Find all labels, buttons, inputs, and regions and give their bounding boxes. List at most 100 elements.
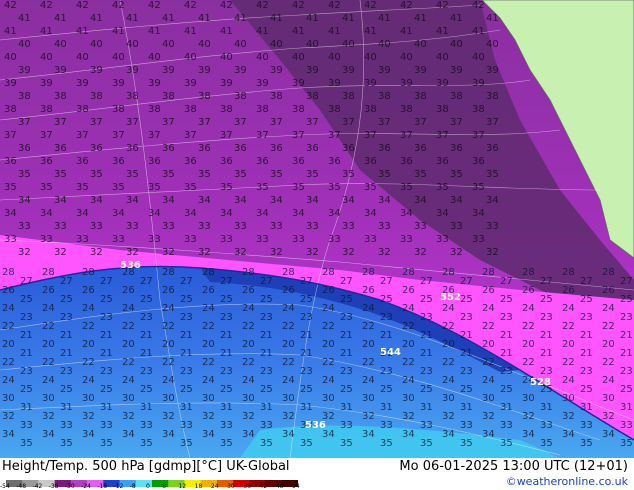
- contour-label: 36: [18, 143, 31, 154]
- contour-label: 34: [482, 429, 495, 440]
- contour-label: 24: [122, 303, 135, 314]
- contour-label: 35: [4, 182, 17, 193]
- contour-label: 42: [436, 0, 449, 11]
- contour-label: 25: [260, 384, 273, 395]
- contour-label: 22: [402, 321, 415, 332]
- contour-label: 38: [256, 104, 269, 115]
- contour-label: 39: [256, 78, 269, 89]
- contour-label: 34: [472, 208, 485, 219]
- contour-label: 24: [42, 303, 55, 314]
- contour-label: 28: [162, 267, 175, 278]
- contour-label: 20: [322, 339, 335, 350]
- contour-label: 27: [540, 276, 553, 287]
- contour-label: 35: [76, 182, 89, 193]
- contour-label: 41: [472, 26, 485, 37]
- contour-label: 34: [292, 208, 305, 219]
- contour-label: 23: [460, 312, 473, 323]
- contour-label: 25: [100, 384, 113, 395]
- contour-label: 35: [60, 438, 73, 449]
- contour-label: 33: [126, 221, 139, 232]
- contour-label: 26: [202, 285, 215, 296]
- contour-label: 37: [54, 117, 67, 128]
- contour-label: 41: [198, 13, 211, 24]
- contour-label: 21: [100, 330, 113, 341]
- contour-label: 34: [402, 429, 415, 440]
- contour-label: 27: [20, 276, 33, 287]
- contour-label: 37: [486, 117, 499, 128]
- contour-label: 41: [18, 13, 31, 24]
- contour-label: 25: [380, 384, 393, 395]
- contour-label: 33: [90, 221, 103, 232]
- contour-label: 36: [450, 143, 463, 154]
- contour-label: 42: [76, 0, 89, 11]
- contour-label: 39: [162, 65, 175, 76]
- contour-label: 21: [540, 348, 553, 359]
- contour-label: 20: [82, 339, 95, 350]
- contour-label: 39: [90, 65, 103, 76]
- contour-label: 38: [328, 104, 341, 115]
- contour-label: 34: [40, 208, 53, 219]
- contour-label: 33: [450, 221, 463, 232]
- contour-label: 21: [20, 330, 33, 341]
- contour-label: 34: [202, 429, 215, 440]
- contour-label: 38: [486, 91, 499, 102]
- contour-label: 26: [322, 285, 335, 296]
- contour-label: 39: [400, 78, 413, 89]
- contour-label: 36: [234, 143, 247, 154]
- contour-label: 41: [270, 13, 283, 24]
- contour-label: 41: [76, 26, 89, 37]
- contour-label: 37: [148, 130, 161, 141]
- contour-label: 20: [42, 339, 55, 350]
- contour-label: 37: [76, 130, 89, 141]
- contour-label: 38: [18, 91, 31, 102]
- contour-label: 41: [436, 26, 449, 37]
- contour-label: 36: [472, 156, 485, 167]
- height-label: 544: [380, 347, 401, 358]
- contour-label: 21: [140, 330, 153, 341]
- contour-label: 33: [460, 420, 473, 431]
- contour-label: 37: [472, 130, 485, 141]
- contour-label: 33: [184, 234, 197, 245]
- contour-label: 25: [180, 384, 193, 395]
- contour-label: 38: [126, 91, 139, 102]
- contour-label: 25: [420, 294, 433, 305]
- contour-label: 39: [76, 78, 89, 89]
- contour-label: 41: [40, 26, 53, 37]
- contour-label: 24: [602, 303, 615, 314]
- colorbar-tick-label: 42: [259, 483, 268, 490]
- contour-label: 23: [60, 312, 73, 323]
- contour-label: 31: [140, 402, 153, 413]
- contour-label: 41: [256, 26, 269, 37]
- contour-label: 34: [486, 195, 499, 206]
- contour-label: 27: [420, 276, 433, 287]
- contour-label: 25: [300, 384, 313, 395]
- contour-label: 36: [486, 143, 499, 154]
- contour-label: 30: [282, 393, 295, 404]
- contour-label: 37: [256, 130, 269, 141]
- contour-label: 37: [378, 117, 391, 128]
- contour-label: 34: [220, 208, 233, 219]
- contour-label: 27: [380, 276, 393, 287]
- contour-label: 25: [340, 384, 353, 395]
- contour-label: 21: [500, 330, 513, 341]
- contour-label: 35: [112, 182, 125, 193]
- contour-label: 40: [400, 52, 413, 63]
- contour-label: 22: [242, 321, 255, 332]
- contour-label: 22: [562, 321, 575, 332]
- contour-label: 38: [414, 91, 427, 102]
- contour-label: 31: [420, 402, 433, 413]
- contour-label: 26: [162, 285, 175, 296]
- contour-label: 20: [442, 339, 455, 350]
- contour-label: 23: [620, 312, 633, 323]
- colorbar-tick-label: -24: [81, 483, 91, 490]
- contour-label: 26: [562, 285, 575, 296]
- colorbar-tick-label: -54: [0, 483, 10, 490]
- contour-label: 24: [2, 303, 15, 314]
- contour-label: 36: [90, 143, 103, 154]
- contour-label: 28: [242, 267, 255, 278]
- contour-label: 35: [342, 169, 355, 180]
- contour-label: 36: [292, 156, 305, 167]
- contour-label: 41: [378, 13, 391, 24]
- credit-link[interactable]: ©weatheronline.co.uk: [506, 475, 628, 488]
- contour-label: 39: [54, 65, 67, 76]
